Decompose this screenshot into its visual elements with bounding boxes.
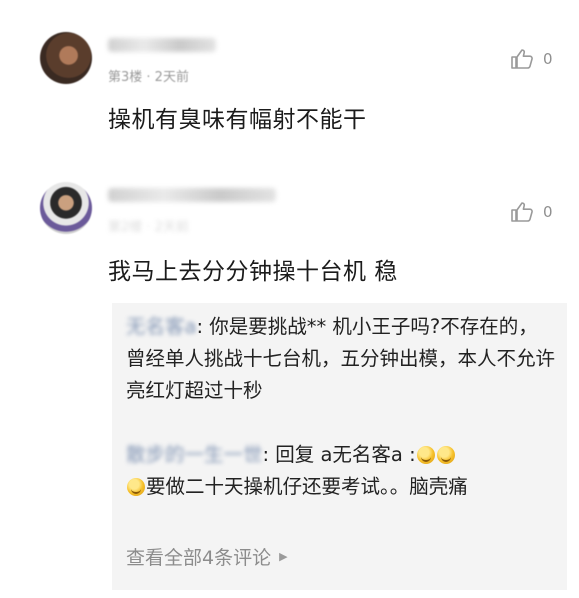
reply-prefix: : 回复 a无名客a : — [262, 443, 416, 466]
like-count: 0 — [543, 50, 553, 68]
avatar[interactable] — [40, 32, 92, 84]
avatar[interactable] — [40, 182, 92, 234]
reply-separator: : — [196, 315, 210, 338]
comment-content: 操机有臭味有幅射不能干 — [108, 107, 367, 133]
replies-panel[interactable]: 无名客a: 你是要挑战** 机小王子吗?不存在的，曾经单人挑战十七台机，五分钟出… — [112, 303, 567, 590]
view-all-replies-link[interactable]: 查看全部4条评论 ▶ — [126, 543, 288, 570]
smile-emoji-icon — [436, 446, 455, 464]
thumbs-up-icon — [509, 201, 535, 223]
username[interactable] — [108, 38, 216, 52]
comment-meta: 第2楼 · 2天前 — [108, 220, 189, 235]
view-all-label: 查看全部4条评论 — [126, 547, 272, 569]
like-count: 0 — [543, 203, 553, 221]
reply-item: 无名客a: 你是要挑战** 机小王子吗?不存在的，曾经单人挑战十七台机，五分钟出… — [126, 311, 557, 407]
reply-author[interactable]: 无名客a — [126, 311, 196, 343]
username[interactable] — [108, 188, 276, 202]
comment-meta: 第3楼 · 2天前 — [108, 70, 189, 85]
smile-emoji-icon — [416, 446, 435, 464]
reply-author[interactable]: 散步的一生一世 — [126, 439, 263, 471]
like-button[interactable]: 0 — [509, 201, 553, 223]
smile-emoji-icon — [127, 478, 145, 496]
comment-content: 我马上去分分钟操十台机 稳 — [108, 259, 398, 285]
chevron-right-icon: ▶ — [279, 550, 288, 563]
thumbs-up-icon — [509, 48, 535, 70]
like-button[interactable]: 0 — [509, 48, 553, 70]
reply-item: 散步的一生一世: 回复 a无名客a : 要做二十天操机仔还要考试。。脑壳痛 — [126, 439, 557, 503]
reply-text: 要做二十天操机仔还要考试。。脑壳痛 — [146, 475, 468, 498]
